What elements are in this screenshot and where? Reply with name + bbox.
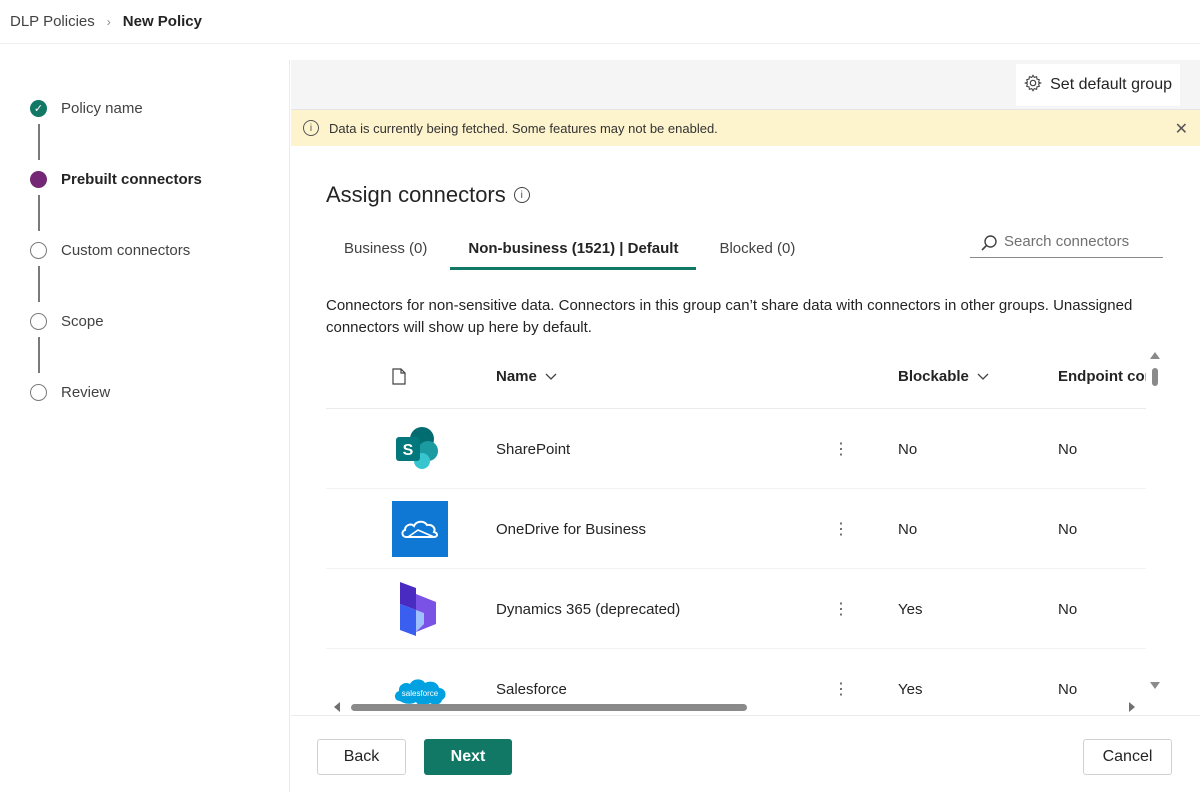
gear-icon (1024, 73, 1043, 97)
tab-business[interactable]: Business (0) (326, 230, 445, 266)
vertical-scrollbar[interactable] (1146, 343, 1164, 713)
search-input[interactable]: Search connectors (970, 226, 1163, 258)
step-policy-name[interactable]: ✓ Policy name (30, 100, 143, 117)
connector-name: SharePoint (496, 440, 571, 458)
wizard-stepper: ✓ Policy name Prebuilt connectors Custom… (0, 60, 290, 792)
connector-name: OneDrive for Business (496, 520, 647, 538)
more-options-icon[interactable]: ⋮ (833, 489, 849, 569)
scroll-left-arrow-icon (334, 702, 340, 712)
step-connector-line (38, 266, 40, 302)
set-default-group-label: Set default group (1050, 76, 1172, 93)
pending-step-icon (30, 242, 47, 259)
blockable-value: Yes (898, 600, 923, 618)
cancel-button[interactable]: Cancel (1083, 739, 1172, 775)
step-prebuilt-connectors[interactable]: Prebuilt connectors (30, 171, 202, 188)
step-connector-line (38, 337, 40, 373)
connector-name: Dynamics 365 (deprecated) (496, 600, 681, 618)
step-custom-connectors[interactable]: Custom connectors (30, 242, 190, 259)
table-header: Name Blockable Endpoint cor (326, 343, 1146, 409)
column-blockable-label: Blockable (898, 367, 969, 385)
step-label: Prebuilt connectors (61, 171, 202, 188)
back-button[interactable]: Back (317, 739, 406, 775)
step-review[interactable]: Review (30, 384, 110, 401)
warning-banner: i Data is currently being fetched. Some … (291, 110, 1200, 146)
column-header-name[interactable]: Name (496, 343, 557, 409)
step-connector-line (38, 124, 40, 160)
chevron-down-icon (545, 368, 557, 385)
next-button[interactable]: Next (424, 739, 512, 775)
chevron-right-icon: › (106, 14, 111, 29)
tab-blocked[interactable]: Blocked (0) (701, 230, 813, 266)
set-default-group-button[interactable]: Set default group (1016, 64, 1180, 106)
step-connector-line (38, 195, 40, 231)
connectors-table: Name Blockable Endpoint cor S SharePoint… (326, 343, 1146, 713)
more-options-icon[interactable]: ⋮ (833, 569, 849, 649)
tab-non-business[interactable]: Non-business (1521) | Default (450, 230, 697, 270)
breadcrumb-link-dlp-policies[interactable]: DLP Policies (10, 13, 95, 30)
command-bar: Set default group (291, 60, 1200, 110)
page-title: Assign connectors i (326, 182, 530, 208)
endpoint-value: No (1058, 520, 1078, 538)
salesforce-logo-text: salesforce (402, 689, 439, 698)
file-type-icon (392, 343, 406, 409)
vertical-scroll-thumb (1152, 368, 1158, 386)
scroll-down-arrow-icon (1150, 682, 1160, 689)
column-endpoint-label: Endpoint cor (1058, 367, 1146, 385)
breadcrumb-current: New Policy (122, 13, 202, 30)
breadcrumb: DLP Policies › New Policy (0, 0, 1200, 44)
table-row[interactable]: Dynamics 365 (deprecated) ⋮ Yes No (326, 569, 1146, 649)
sharepoint-icon: S (392, 409, 444, 489)
checkmark-icon: ✓ (30, 100, 47, 117)
section-title: Assign connectors (326, 182, 506, 207)
active-step-icon (30, 171, 47, 188)
step-label: Custom connectors (61, 242, 191, 259)
tab-list: Business (0) Non-business (1521) | Defau… (326, 230, 813, 270)
column-header-endpoint[interactable]: Endpoint cor (1058, 343, 1146, 409)
main-panel: Set default group i Data is currently be… (291, 60, 1200, 792)
endpoint-value: No (1058, 600, 1078, 618)
info-icon: i (303, 120, 319, 136)
search-icon (980, 234, 997, 251)
info-icon[interactable]: i (513, 187, 530, 203)
scroll-up-arrow-icon (1150, 352, 1160, 359)
horizontal-scroll-thumb (351, 704, 747, 711)
search-placeholder: Search connectors (1004, 233, 1130, 250)
more-options-icon[interactable]: ⋮ (833, 409, 849, 489)
svg-text:S: S (403, 442, 414, 459)
blockable-value: No (898, 520, 918, 538)
wizard-footer: Back Next Cancel (291, 715, 1200, 792)
group-description: Connectors for non-sensitive data. Conne… (326, 297, 1133, 336)
table-row[interactable]: S SharePoint ⋮ No No (326, 409, 1146, 489)
blockable-value: No (898, 440, 918, 458)
step-scope[interactable]: Scope (30, 313, 104, 330)
onedrive-icon (392, 489, 448, 569)
step-label: Policy name (61, 100, 143, 117)
dynamics-icon (396, 569, 440, 649)
warning-text: Data is currently being fetched. Some fe… (329, 120, 718, 136)
column-name-label: Name (496, 367, 537, 385)
close-icon[interactable]: ✕ (1175, 119, 1188, 139)
endpoint-value: No (1058, 440, 1078, 458)
pending-step-icon (30, 384, 47, 401)
table-row[interactable]: OneDrive for Business ⋮ No No (326, 489, 1146, 569)
horizontal-scrollbar[interactable] (326, 700, 1146, 714)
scroll-right-arrow-icon (1129, 702, 1135, 712)
step-label: Review (61, 384, 111, 401)
column-header-blockable[interactable]: Blockable (898, 343, 989, 409)
pending-step-icon (30, 313, 47, 330)
chevron-down-icon (977, 368, 989, 385)
step-label: Scope (61, 313, 104, 330)
